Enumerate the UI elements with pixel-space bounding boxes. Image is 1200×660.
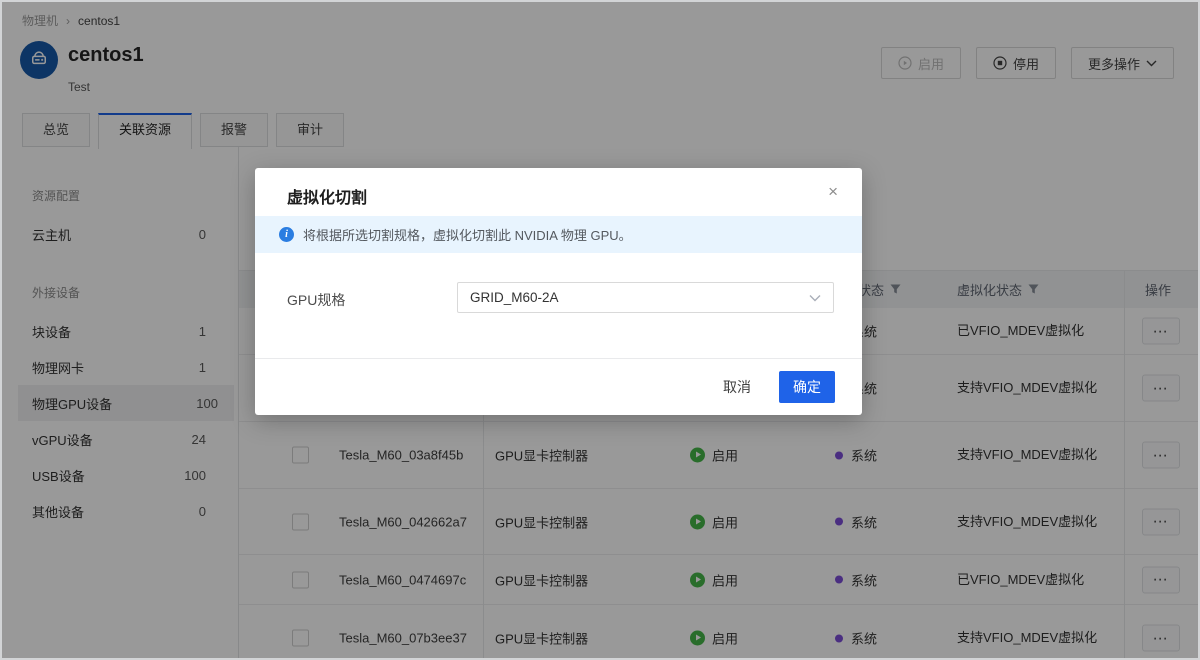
gpu-spec-select[interactable]: GRID_M60-2A [457, 282, 834, 313]
cancel-button[interactable]: 取消 [721, 373, 753, 401]
info-icon: i [279, 227, 294, 242]
physical-machine-detail-page: 物理机 › centos1 centos1 Test [2, 2, 1198, 658]
virtualization-slice-dialog: 虚拟化切割 × i 将根据所选切割规格，虚拟化切割此 NVIDIA 物理 GPU… [255, 168, 862, 415]
confirm-button[interactable]: 确定 [779, 371, 835, 403]
close-icon[interactable]: × [824, 180, 842, 204]
dialog-title: 虚拟化切割 [287, 184, 367, 208]
info-banner-text: 将根据所选切割规格，虚拟化切割此 NVIDIA 物理 GPU。 [303, 225, 632, 244]
gpu-spec-select-value: GRID_M60-2A [470, 290, 559, 305]
chevron-down-icon [809, 289, 821, 307]
gpu-spec-label: GPU规格 [287, 290, 345, 310]
dialog-footer: 取消 确定 [255, 358, 862, 415]
info-banner: i 将根据所选切割规格，虚拟化切割此 NVIDIA 物理 GPU。 [255, 216, 862, 253]
